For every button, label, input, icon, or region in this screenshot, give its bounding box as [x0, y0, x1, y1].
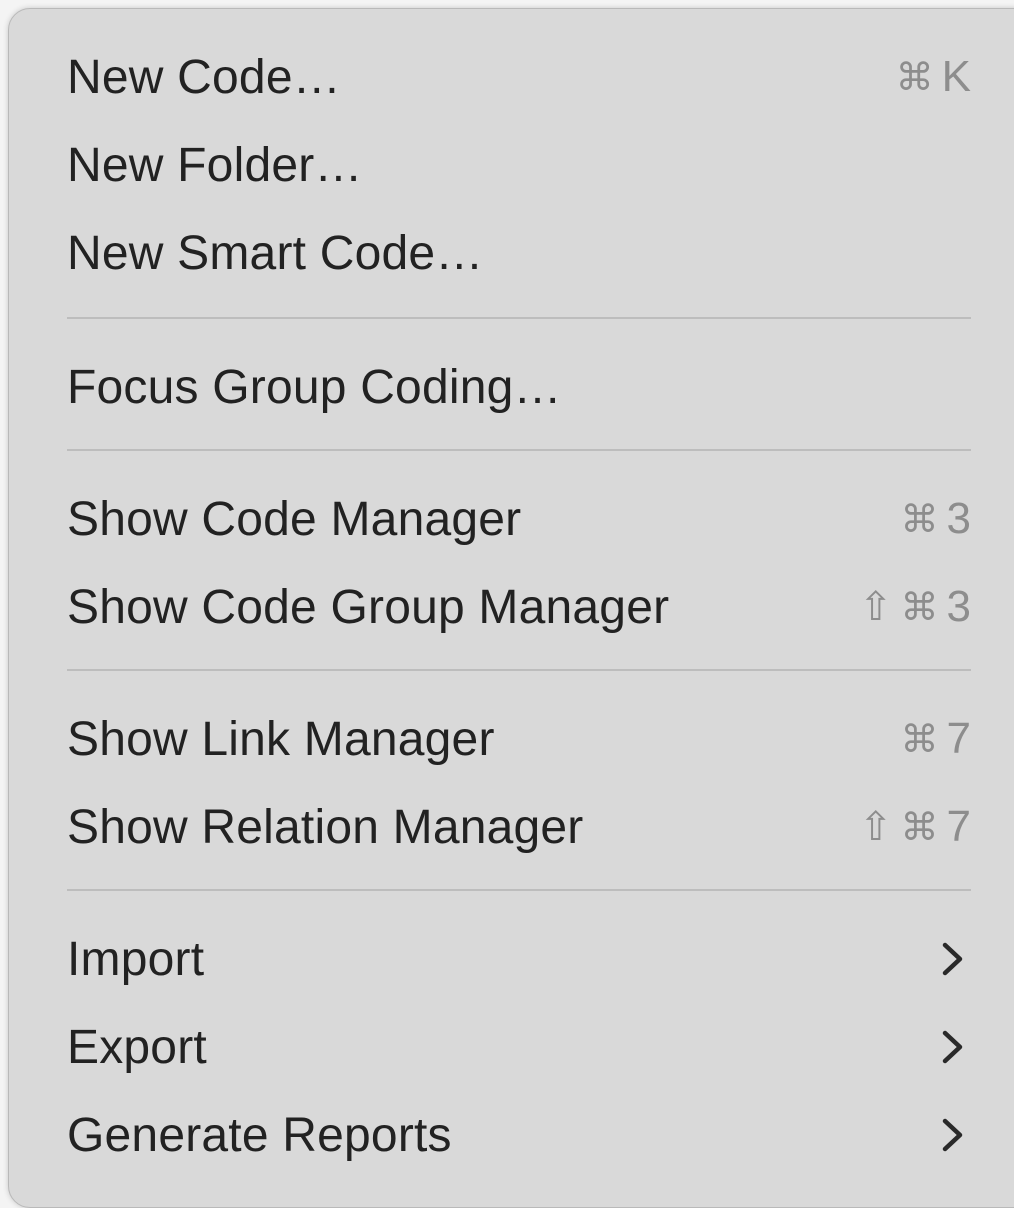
shortcut-key: 3 — [946, 494, 971, 543]
chevron-right-icon — [935, 1029, 971, 1065]
menu-item-label: Show Code Group Manager — [67, 580, 670, 634]
menu-item-label: Show Code Manager — [67, 492, 522, 546]
shortcut-cmd-7: ⌘ 7 — [901, 714, 971, 764]
menu-item-export[interactable]: Export — [67, 1007, 971, 1087]
menu-item-show-code-group-manager[interactable]: Show Code Group Manager ⇧ ⌘ 3 — [67, 567, 971, 647]
shortcut-key: 7 — [946, 714, 971, 763]
command-key-icon: ⌘ — [900, 718, 939, 761]
command-key-icon: ⌘ — [900, 498, 939, 541]
menu-item-label: Generate Reports — [67, 1108, 452, 1162]
menu-item-generate-reports[interactable]: Generate Reports — [67, 1095, 971, 1175]
menu-separator — [67, 889, 971, 891]
menu-item-import[interactable]: Import — [67, 919, 971, 999]
shift-key-icon: ⇧ — [859, 805, 893, 849]
menu-item-label: Export — [67, 1020, 207, 1074]
menu-item-label: New Folder… — [67, 138, 363, 192]
menu-item-label: Focus Group Coding… — [67, 360, 562, 414]
context-menu: New Code… ⌘ K New Folder… New Smart Code… — [8, 8, 1014, 1208]
menu-item-show-code-manager[interactable]: Show Code Manager ⌘ 3 — [67, 479, 971, 559]
menu-item-new-code[interactable]: New Code… ⌘ K — [67, 37, 971, 117]
menu-item-show-link-manager[interactable]: Show Link Manager ⌘ 7 — [67, 699, 971, 779]
chevron-right-icon — [935, 1117, 971, 1153]
shortcut-key: 3 — [946, 582, 971, 631]
menu-item-label: New Code… — [67, 50, 341, 104]
shortcut-key: 7 — [946, 802, 971, 851]
shortcut-shift-cmd-7: ⇧ ⌘ 7 — [859, 802, 971, 852]
command-key-icon: ⌘ — [900, 586, 939, 629]
chevron-right-icon — [935, 941, 971, 977]
command-key-icon: ⌘ — [900, 806, 939, 849]
menu-item-label: Show Relation Manager — [67, 800, 584, 854]
shortcut-cmd-3: ⌘ 3 — [901, 494, 971, 544]
shift-key-icon: ⇧ — [859, 585, 893, 629]
menu-item-new-smart-code[interactable]: New Smart Code… — [67, 213, 971, 293]
menu-item-label: New Smart Code… — [67, 226, 484, 280]
command-key-icon: ⌘ — [895, 56, 934, 99]
menu-item-label: Show Link Manager — [67, 712, 495, 766]
menu-item-focus-group-coding[interactable]: Focus Group Coding… — [67, 347, 971, 427]
menu-separator — [67, 317, 971, 319]
menu-item-label: Import — [67, 932, 205, 986]
shortcut-shift-cmd-3: ⇧ ⌘ 3 — [859, 582, 971, 632]
menu-item-show-relation-manager[interactable]: Show Relation Manager ⇧ ⌘ 7 — [67, 787, 971, 867]
shortcut-cmd-k: ⌘ K — [896, 52, 971, 102]
menu-separator — [67, 449, 971, 451]
menu-separator — [67, 669, 971, 671]
menu-item-new-folder[interactable]: New Folder… — [67, 125, 971, 205]
shortcut-key: K — [941, 52, 971, 101]
